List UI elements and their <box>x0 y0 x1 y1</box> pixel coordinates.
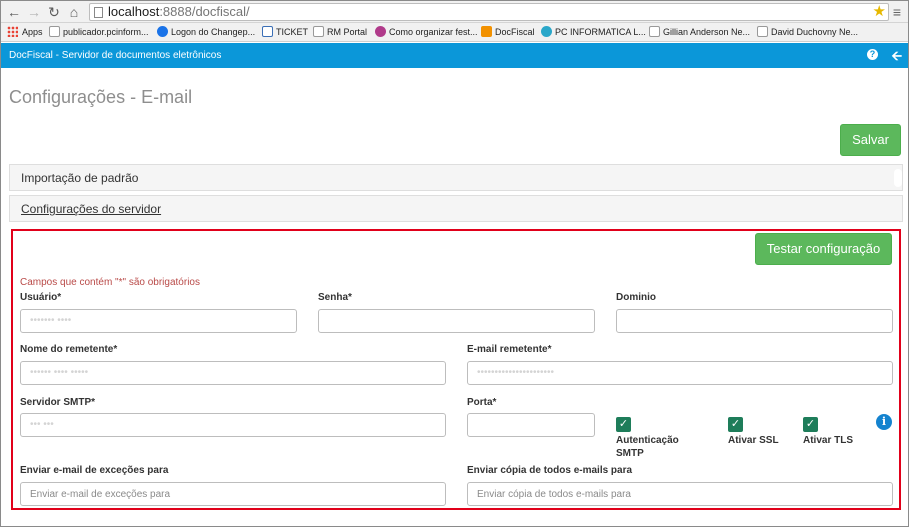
page-icon <box>94 7 103 18</box>
site-icon <box>375 26 386 37</box>
scroll-handle <box>894 169 902 187</box>
ativar-ssl-checkbox[interactable]: ✓ <box>728 417 743 432</box>
required-fields-note: Campos que contém "*" são obrigatórios <box>20 277 200 288</box>
browser-menu-icon[interactable]: ≡ <box>892 3 902 21</box>
test-configuration-button[interactable]: Testar configuração <box>755 233 892 265</box>
bookmark-item[interactable]: Gillian Anderson Ne... <box>649 23 751 41</box>
back-arrow-icon[interactable]: ← <box>5 3 23 21</box>
porta-input[interactable] <box>467 413 595 437</box>
page-title: Configurações - E-mail <box>9 87 193 107</box>
bookmark-star-icon[interactable]: ★ <box>873 2 886 20</box>
bookmark-item[interactable]: Logon do Changep... <box>157 23 256 41</box>
address-bar[interactable]: localhost:8888/docfiscal/ <box>89 3 889 21</box>
page-icon <box>313 26 324 37</box>
usuario-input[interactable]: ••••••• •••• <box>20 309 297 333</box>
bookmarks-bar: Apps publicador.pcinform... Logon do Cha… <box>1 23 908 42</box>
autenticacao-smtp-label: Autenticação SMTP <box>616 434 679 460</box>
docfiscal-icon <box>481 26 492 37</box>
excecoes-label: Enviar e-mail de exceções para <box>20 465 169 476</box>
home-icon[interactable]: ⌂ <box>65 3 83 21</box>
panel-label: Configurações do servidor <box>21 202 162 216</box>
bookmark-item[interactable]: David Duchovny Ne... <box>757 23 859 41</box>
bookmark-label: David Duchovny Ne... <box>771 27 859 37</box>
bookmark-item[interactable]: DocFiscal <box>481 23 535 41</box>
dominio-label: Dominio <box>616 292 656 303</box>
bookmark-label: RM Portal <box>327 27 368 37</box>
bookmark-label: PC INFORMATICA L... <box>555 27 646 37</box>
reload-icon[interactable]: ↻ <box>45 3 63 21</box>
page-icon <box>757 26 768 37</box>
senha-input[interactable] <box>318 309 595 333</box>
panel-importacao-padrao[interactable]: Importação de padrão <box>9 164 903 191</box>
app-title: DocFiscal - Servidor de documentos eletr… <box>9 50 222 61</box>
copia-input[interactable] <box>467 482 893 506</box>
usuario-label: Usuário* <box>20 292 62 303</box>
url-path: :8888/docfiscal/ <box>159 4 250 19</box>
site-icon <box>541 26 552 37</box>
autenticacao-label-line1: Autenticação <box>616 435 679 446</box>
page-icon <box>649 26 660 37</box>
panel-configuracoes-servidor[interactable]: Configurações do servidor <box>9 195 903 222</box>
panel-label: Importação de padrão <box>21 171 139 185</box>
bookmark-item[interactable]: publicador.pcinform... <box>49 23 149 41</box>
back-icon[interactable]: 🡨 <box>891 43 902 68</box>
bookmark-item[interactable]: RM Portal <box>313 23 368 41</box>
ativar-tls-label: Ativar TLS <box>803 435 854 446</box>
forward-arrow-icon[interactable]: → <box>25 3 43 21</box>
globe-icon <box>157 26 168 37</box>
save-button[interactable]: Salvar <box>840 124 901 156</box>
info-icon[interactable]: i <box>876 414 892 430</box>
servidor-smtp-label: Servidor SMTP* <box>20 397 96 408</box>
senha-label: Senha* <box>318 292 352 303</box>
page-icon <box>49 26 60 37</box>
ticket-icon <box>262 26 273 37</box>
apps-grid-icon <box>7 26 18 37</box>
autenticacao-label-line2: SMTP <box>616 448 644 459</box>
nome-remetente-label: Nome do remetente* <box>20 344 118 355</box>
bookmark-label: DocFiscal <box>495 27 535 37</box>
browser-toolbar: ← → ↻ ⌂ localhost:8888/docfiscal/ ★ ≡ <box>1 1 908 23</box>
excecoes-input[interactable] <box>20 482 446 506</box>
bookmark-label: publicador.pcinform... <box>63 27 149 37</box>
servidor-smtp-input[interactable]: ••• ••• <box>20 413 446 437</box>
email-remetente-label: E-mail remetente* <box>467 344 552 355</box>
ativar-tls-checkbox[interactable]: ✓ <box>803 417 818 432</box>
bookmark-item[interactable]: Como organizar fest... <box>375 23 478 41</box>
bookmark-label: Apps <box>22 27 43 37</box>
copia-label: Enviar cópia de todos e-mails para <box>467 465 633 476</box>
dominio-input[interactable] <box>616 309 893 333</box>
bookmark-label: TICKET <box>276 27 309 37</box>
bookmark-label: Logon do Changep... <box>171 27 256 37</box>
nome-remetente-input[interactable]: •••••• •••• ••••• <box>20 361 446 385</box>
help-icon[interactable]: ? <box>867 49 878 60</box>
bookmark-label: Como organizar fest... <box>389 27 478 37</box>
bookmark-item[interactable]: TICKET <box>262 23 309 41</box>
bookmark-apps[interactable]: Apps <box>7 23 43 41</box>
url-host: localhost <box>108 4 160 19</box>
email-remetente-input[interactable]: •••••••••••••••••••••• <box>467 361 893 385</box>
porta-label: Porta* <box>467 397 497 408</box>
bookmark-item[interactable]: PC INFORMATICA L... <box>541 23 646 41</box>
bookmark-label: Gillian Anderson Ne... <box>663 27 751 37</box>
app-header: DocFiscal - Servidor de documentos eletr… <box>1 43 908 68</box>
ativar-ssl-label: Ativar SSL <box>728 435 779 446</box>
autenticacao-smtp-checkbox[interactable]: ✓ <box>616 417 631 432</box>
